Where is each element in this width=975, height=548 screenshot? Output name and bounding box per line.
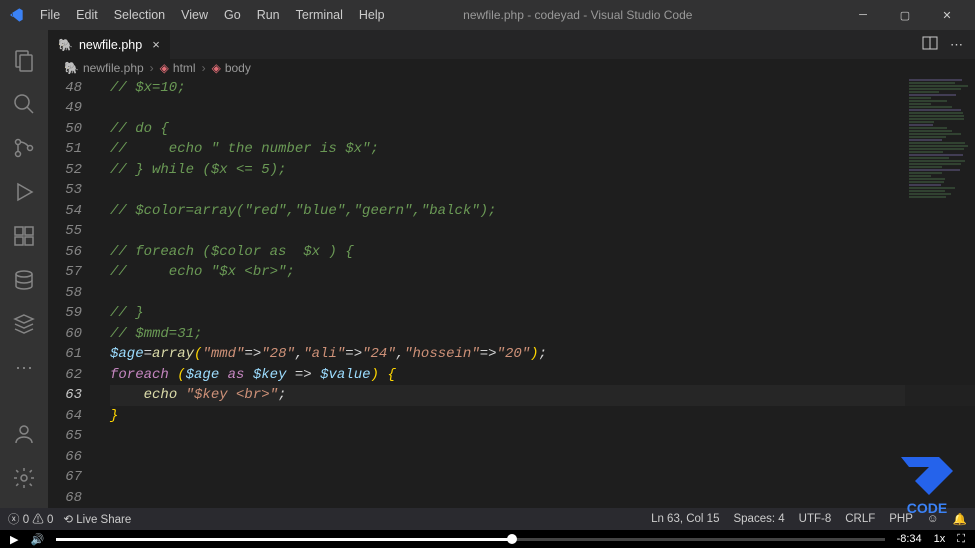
editor-area: 🐘 newfile.php × ⋯ 🐘 newfile.php › ◈ html… [48,30,975,508]
activity-more[interactable]: ⋯ [0,346,48,390]
activity-bar: ⋯ [0,30,48,508]
chevron-right-icon: › [150,61,154,75]
fullscreen-button[interactable]: ⛶ [957,533,965,546]
video-speed[interactable]: 1x [934,533,946,545]
code-content[interactable]: // $x=10; // do {// echo " the number is… [98,78,975,509]
vscode-icon [8,7,24,23]
activity-explorer[interactable] [0,38,48,82]
tab-newfile-php[interactable]: 🐘 newfile.php × [48,30,171,59]
activity-account[interactable] [0,412,48,456]
status-lang[interactable]: PHP [889,513,913,525]
more-actions-icon[interactable]: ⋯ [950,37,963,53]
breadcrumbs[interactable]: 🐘 newfile.php › ◈ html › ◈ body [48,59,975,77]
status-bar: ⓧ 0 ⚠ 0 ⟲ Live Share Ln 63, Col 15 Space… [0,508,975,530]
video-player-bar: ▶ 🔊 -8:34 1x ⛶ [0,530,975,548]
breadcrumb-segment[interactable]: body [225,61,251,75]
menu-file[interactable]: File [32,4,68,26]
breadcrumb-file[interactable]: newfile.php [83,61,144,75]
activity-database[interactable] [0,258,48,302]
activity-settings[interactable] [0,456,48,500]
menu-edit[interactable]: Edit [68,4,106,26]
tabs-row: 🐘 newfile.php × ⋯ [48,30,975,59]
tab-label: newfile.php [79,38,142,52]
menu-run[interactable]: Run [249,4,288,26]
status-liveshare[interactable]: ⟲ Live Share [63,512,131,526]
volume-button[interactable]: 🔊 [30,533,44,546]
progress-bar[interactable] [56,538,884,541]
php-file-icon: 🐘 [64,61,79,75]
titlebar: File Edit Selection View Go Run Terminal… [0,0,975,30]
status-position[interactable]: Ln 63, Col 15 [651,513,719,525]
video-time: -8:34 [897,533,922,545]
activity-extensions[interactable] [0,214,48,258]
activity-scm[interactable] [0,126,48,170]
menu-go[interactable]: Go [216,4,249,26]
activity-stack[interactable] [0,302,48,346]
menu-selection[interactable]: Selection [106,4,173,26]
maximize-button[interactable]: ▢ [885,1,925,29]
play-button[interactable]: ▶ [10,533,18,546]
status-eol[interactable]: CRLF [845,513,875,525]
status-encoding[interactable]: UTF-8 [799,513,832,525]
line-number-gutter: 4849505152535455565758596061626364656667… [48,78,98,509]
close-button[interactable]: ✕ [927,1,967,29]
menu-view[interactable]: View [173,4,216,26]
status-errors[interactable]: ⓧ 0 ⚠ 0 [8,511,53,527]
breadcrumb-segment[interactable]: html [173,61,196,75]
window-controls: ─ ▢ ✕ [843,1,967,29]
close-icon[interactable]: × [152,37,160,52]
activity-search[interactable] [0,82,48,126]
php-file-icon: 🐘 [58,38,73,52]
status-spaces[interactable]: Spaces: 4 [733,513,784,525]
code-editor[interactable]: 4849505152535455565758596061626364656667… [48,78,975,509]
activity-debug[interactable] [0,170,48,214]
minimize-button[interactable]: ─ [843,1,883,29]
status-bell-icon[interactable]: 🔔 [953,512,967,526]
body-tag-icon: ◈ [212,61,221,75]
split-editor-icon[interactable] [922,35,938,54]
status-feedback-icon[interactable]: ☺ [927,513,939,525]
chevron-right-icon: › [202,61,206,75]
window-title: newfile.php - codeyad - Visual Studio Co… [317,8,839,22]
minimap[interactable] [905,78,975,509]
html-tag-icon: ◈ [160,61,169,75]
